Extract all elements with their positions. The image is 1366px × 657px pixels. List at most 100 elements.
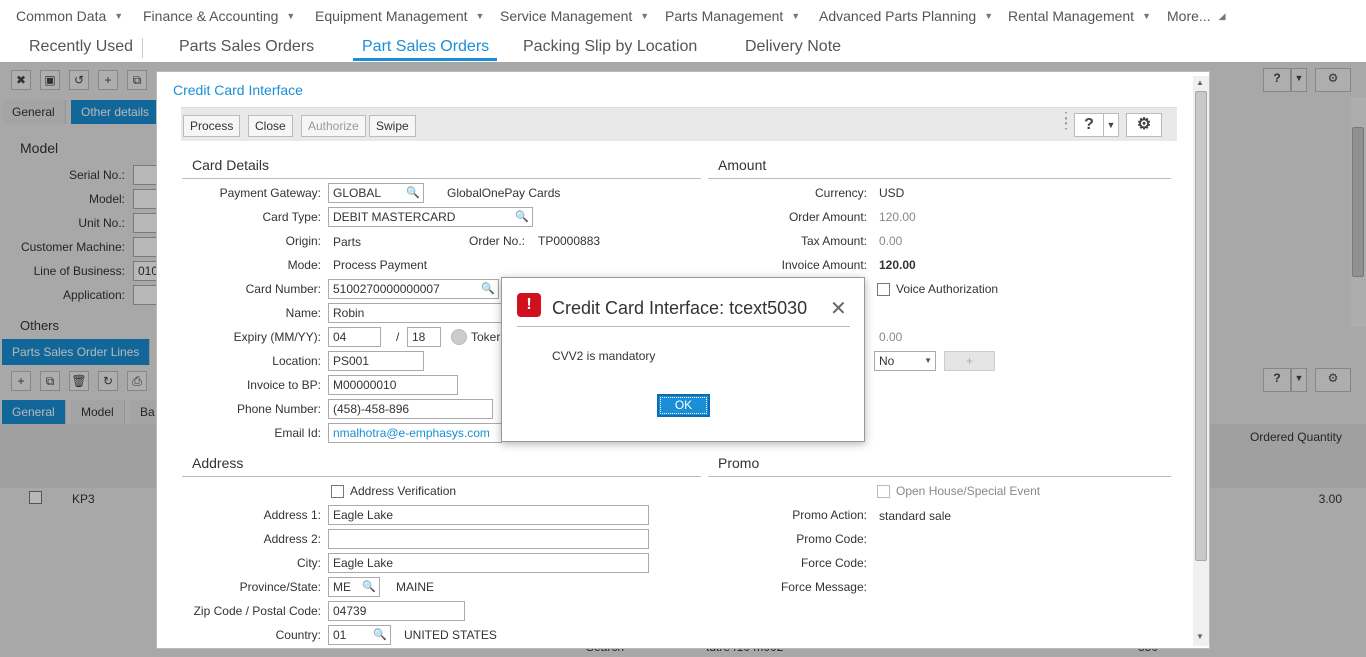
scroll-up-icon[interactable]: ▲	[1196, 78, 1204, 87]
address1-field[interactable]: Eagle Lake	[328, 505, 649, 525]
menu-service-management[interactable]: Service Management ▼	[500, 8, 649, 24]
close-icon[interactable]: ✕	[830, 296, 847, 321]
voice-authorization-label: Voice Authorization	[896, 282, 999, 296]
menu-label: Service Management	[500, 8, 633, 24]
section-divider	[182, 178, 701, 179]
currency-value: USD	[879, 186, 905, 200]
lookup-icon[interactable]: 🔍	[373, 628, 387, 641]
chevron-down-icon: ▼	[791, 11, 801, 21]
force-code-label: Force Code:	[800, 556, 867, 570]
alert-title: Credit Card Interface: tcext5030	[552, 298, 808, 318]
dialog-vertical-scrollbar[interactable]: ▲ ▼	[1193, 76, 1209, 646]
chevron-down-icon: ▼	[286, 11, 296, 21]
scroll-down-icon[interactable]: ▼	[1196, 632, 1204, 641]
zip-code-field[interactable]: 04739	[328, 601, 465, 621]
province-state-field[interactable]: ME 🔍	[328, 577, 380, 597]
payment-gateway-label: Payment Gateway:	[219, 186, 321, 200]
address2-field[interactable]	[328, 529, 649, 549]
open-house-label: Open House/Special Event	[896, 484, 1041, 498]
settings-gear-icon[interactable]: ⚙	[1126, 113, 1162, 137]
lookup-icon[interactable]: 🔍	[515, 210, 529, 223]
order-amount-label: Order Amount:	[788, 210, 867, 224]
location-field[interactable]: PS001	[328, 351, 424, 371]
expiry-year-field[interactable]: 18	[407, 327, 441, 347]
invoice-to-bp-field[interactable]: M00000010	[328, 375, 458, 395]
menu-advanced-parts-planning[interactable]: Advanced Parts Planning ▼	[819, 8, 993, 24]
province-state-description: MAINE	[396, 580, 435, 594]
location-label: Location:	[272, 354, 321, 368]
open-house-checkbox[interactable]	[877, 485, 890, 498]
token-radio[interactable]	[451, 329, 467, 345]
help-dropdown-icon[interactable]: ▼	[1103, 113, 1119, 137]
promo-action-label: Promo Action:	[792, 508, 867, 522]
city-label: City:	[297, 556, 321, 570]
payment-gateway-field[interactable]: GLOBAL 🔍	[328, 183, 424, 203]
swipe-button[interactable]: Swipe	[369, 115, 416, 137]
section-divider	[708, 476, 1171, 477]
order-amount-value: 120.00	[879, 210, 916, 224]
menu-rental-management[interactable]: Rental Management ▼	[1008, 8, 1151, 24]
alert-message: CVV2 is mandatory	[552, 349, 656, 363]
add-button[interactable]: +	[944, 351, 995, 371]
chevron-down-icon: ▼	[1142, 11, 1151, 21]
amount-heading: Amount	[718, 157, 767, 173]
card-type-label: Card Type:	[262, 210, 321, 224]
tab-part-sales-orders[interactable]: Part Sales Orders	[362, 38, 489, 56]
country-field[interactable]: 01 🔍	[328, 625, 391, 645]
lookup-icon[interactable]: 🔍	[362, 580, 376, 593]
email-field[interactable]: nmalhotra@e-emphasys.com	[328, 423, 502, 443]
tab-recently-used[interactable]: Recently Used	[29, 38, 133, 56]
origin-label: Origin:	[285, 234, 321, 248]
tab-delivery-note[interactable]: Delivery Note	[745, 38, 841, 56]
expiry-month-field[interactable]: 04	[328, 327, 381, 347]
address-verification-label: Address Verification	[350, 484, 457, 498]
address-heading: Address	[192, 455, 244, 471]
authorize-button[interactable]: Authorize	[301, 115, 366, 137]
address2-label: Address 2:	[263, 532, 321, 546]
tax-amount-label: Tax Amount:	[800, 234, 867, 248]
dialog-title: Credit Card Interface	[173, 82, 303, 98]
close-button[interactable]: Close	[248, 115, 293, 137]
menu-more[interactable]: More... ◢	[1167, 8, 1226, 24]
menu-label: Rental Management	[1008, 8, 1135, 24]
menu-finance-accounting[interactable]: Finance & Accounting ▼	[143, 8, 295, 24]
help-icon[interactable]: ?	[1074, 113, 1104, 137]
tab-parts-sales-orders[interactable]: Parts Sales Orders	[179, 38, 314, 56]
lookup-icon[interactable]: 🔍	[406, 186, 420, 199]
expiry-label: Expiry (MM/YY):	[233, 330, 321, 344]
menu-equipment-management[interactable]: Equipment Management ▼	[315, 8, 484, 24]
name-label: Name:	[285, 306, 321, 320]
amount-value: 0.00	[879, 330, 903, 344]
active-tab-indicator	[353, 58, 497, 61]
section-divider	[708, 178, 1171, 179]
ok-button[interactable]: OK	[657, 394, 710, 417]
promo-heading: Promo	[718, 455, 760, 471]
country-value: 01	[333, 628, 347, 642]
scrollbar-thumb[interactable]	[1195, 91, 1207, 561]
card-details-heading: Card Details	[192, 157, 270, 173]
lookup-icon[interactable]: 🔍	[481, 282, 495, 295]
menu-common-data[interactable]: Common Data ▼	[16, 8, 123, 24]
yes-no-select[interactable]: No ▼	[874, 351, 936, 371]
phone-number-field[interactable]: (458)-458-896	[328, 399, 493, 419]
chevron-down-icon: ▼	[924, 356, 932, 365]
card-type-field[interactable]: DEBIT MASTERCARD 🔍	[328, 207, 533, 227]
card-number-value: 5100270000000007	[333, 282, 440, 296]
card-number-field[interactable]: 5100270000000007 🔍	[328, 279, 499, 299]
origin-value: Parts	[333, 235, 362, 249]
select-value: No	[879, 354, 895, 368]
name-field[interactable]: Robin	[328, 303, 508, 323]
tab-packing-slip-by-location[interactable]: Packing Slip by Location	[523, 38, 697, 56]
process-button[interactable]: Process	[183, 115, 241, 137]
address-verification-checkbox[interactable]	[331, 485, 344, 498]
city-field[interactable]: Eagle Lake	[328, 553, 649, 573]
menu-parts-management[interactable]: Parts Management ▼	[665, 8, 800, 24]
order-no-value: TP0000883	[538, 234, 601, 248]
voice-authorization-checkbox[interactable]	[877, 283, 890, 296]
error-icon: !	[517, 293, 541, 317]
menu-label: More...	[1167, 8, 1211, 24]
tab-divider	[142, 38, 143, 58]
error-alert-dialog: ! Credit Card Interface: tcext5030 ✕ CVV…	[501, 277, 865, 442]
chevron-down-icon: ▼	[640, 11, 650, 21]
currency-label: Currency:	[814, 186, 867, 200]
